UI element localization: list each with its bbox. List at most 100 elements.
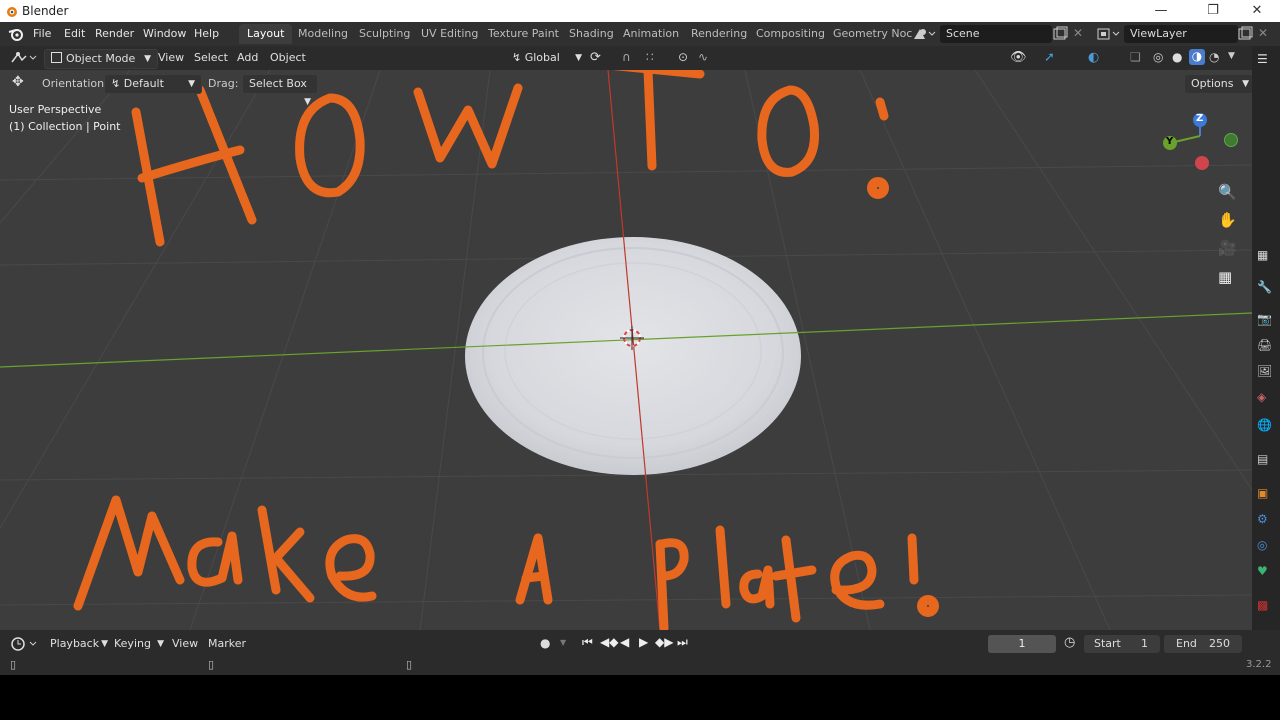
end-value: 250 — [1209, 637, 1230, 650]
object-tab-icon[interactable]: ▣ — [1257, 486, 1273, 502]
timeline-view-menu[interactable]: View — [166, 635, 204, 653]
transform-orientation-dropdown[interactable]: ↯ Global ▼ — [506, 49, 588, 67]
mode-dropdown[interactable]: Object Mode ▼ — [44, 49, 158, 69]
pivot-point-icon[interactable]: ⟳ — [590, 50, 601, 65]
start-value: 1 — [1141, 637, 1148, 650]
modifier-tab-icon[interactable]: ⚙ — [1257, 512, 1273, 528]
mouse-middle-icon: ▯ — [208, 658, 215, 671]
camera-view-icon[interactable]: 🎥 — [1218, 239, 1237, 257]
minimize-icon[interactable]: — — [1138, 2, 1184, 20]
playback-menu[interactable]: Playback ▼ — [44, 635, 114, 653]
new-viewlayer-icon[interactable] — [1237, 26, 1253, 42]
play-reverse-icon[interactable]: ◀ — [620, 635, 629, 649]
chevron-down-icon: ▼ — [144, 54, 151, 64]
scene-tab-icon[interactable]: ◈ — [1257, 390, 1273, 406]
wireframe-shading-icon[interactable]: ◎ — [1153, 50, 1163, 64]
end-frame-field[interactable]: End 250 — [1164, 635, 1242, 653]
visibility-icon[interactable]: 👁 — [1010, 50, 1027, 65]
chevron-down-icon[interactable]: ▼ — [560, 638, 566, 647]
tab-sculpting[interactable]: Sculpting — [351, 24, 418, 44]
orientation-value-icon: ↯ — [111, 77, 121, 90]
physics-tab-icon[interactable]: ◎ — [1257, 538, 1273, 554]
current-frame-field[interactable]: 1 — [988, 635, 1056, 653]
solid-shading-icon[interactable]: ● — [1172, 50, 1182, 64]
playback-label: Playback — [50, 637, 100, 650]
zoom-icon[interactable]: 🔍 — [1218, 183, 1237, 201]
snap-icon[interactable]: ∩ — [622, 50, 631, 64]
drag-value: Select Box — [249, 77, 307, 90]
viewlayer-selector-icon[interactable] — [1096, 26, 1120, 42]
menu-add[interactable]: Add — [231, 49, 264, 67]
render-tab-icon[interactable]: 📷 — [1257, 312, 1273, 328]
output-tab-icon[interactable]: 🖨 — [1257, 338, 1273, 354]
tab-animation[interactable]: Animation — [615, 24, 687, 44]
chevron-down-icon: ▼ — [101, 639, 108, 649]
options-dropdown[interactable]: Options ▼ — [1184, 74, 1252, 94]
menu-window[interactable]: Window — [143, 22, 186, 46]
tab-layout[interactable]: Layout — [239, 24, 293, 44]
start-frame-field[interactable]: Start 1 — [1084, 635, 1160, 653]
gizmo-y-label: Y — [1166, 136, 1174, 147]
world-tab-icon[interactable]: 🌐 — [1257, 418, 1273, 434]
timeline-marker-menu[interactable]: Marker — [202, 635, 252, 653]
next-keyframe-icon[interactable]: ◆▶ — [655, 635, 673, 649]
shading-options-icon[interactable]: ▼ — [1228, 51, 1235, 61]
scene-selector-icon[interactable] — [912, 26, 936, 42]
viewlayer-name-field[interactable]: ViewLayer — [1124, 25, 1238, 43]
delete-viewlayer-icon[interactable]: ✕ — [1258, 26, 1268, 40]
auto-keying-record-icon[interactable]: ● — [540, 636, 550, 650]
tab-compositing[interactable]: Compositing — [748, 24, 833, 44]
play-icon[interactable]: ▶ — [639, 635, 648, 649]
menu-view[interactable]: View — [152, 49, 190, 67]
menu-object[interactable]: Object — [264, 49, 312, 67]
view-layer-tab-icon[interactable]: 🖼 — [1257, 364, 1273, 380]
drag-dropdown[interactable]: Select Box ▼ — [242, 74, 318, 107]
keying-menu[interactable]: Keying ▼ — [108, 635, 170, 653]
blender-menu-icon[interactable] — [8, 26, 24, 42]
orientation-dropdown[interactable]: ↯ Default ▼ — [104, 74, 202, 94]
scene-name-field[interactable]: Scene — [940, 25, 1052, 43]
menu-file[interactable]: File — [33, 22, 51, 46]
tab-modeling[interactable]: Modeling — [290, 24, 356, 44]
new-scene-icon[interactable] — [1052, 26, 1068, 42]
xray-icon[interactable]: ❏ — [1130, 50, 1141, 64]
outliner-icon[interactable]: ☰ — [1257, 52, 1273, 68]
snap-target-icon[interactable]: ∷ — [646, 50, 654, 64]
pan-hand-icon[interactable]: ✋ — [1218, 211, 1237, 229]
tab-shading[interactable]: Shading — [561, 24, 622, 44]
menu-help[interactable]: Help — [194, 22, 219, 46]
menu-edit[interactable]: Edit — [64, 22, 85, 46]
collection-tab-icon[interactable]: ▤ — [1257, 452, 1273, 468]
delete-scene-icon[interactable]: ✕ — [1073, 26, 1083, 40]
falloff-icon[interactable]: ∿ — [698, 50, 708, 64]
properties-editor-icon[interactable]: ▦ — [1257, 248, 1273, 264]
gizmo-toggle-icon[interactable]: ➚ — [1044, 50, 1055, 65]
tab-texture-paint[interactable]: Texture Paint — [480, 24, 567, 44]
menu-select[interactable]: Select — [188, 49, 234, 67]
tab-uv-editing[interactable]: UV Editing — [413, 24, 486, 44]
ortho-grid-icon[interactable]: ▦ — [1218, 268, 1232, 286]
texture-tab-icon[interactable]: ▩ — [1257, 598, 1273, 614]
jump-start-icon[interactable]: ⏮ — [582, 635, 593, 650]
proportional-edit-icon[interactable]: ⊙ — [678, 50, 688, 64]
rendered-shading-icon[interactable]: ◔ — [1209, 50, 1219, 64]
overlays-icon[interactable]: ◐ — [1088, 50, 1099, 65]
window-title: Blender — [22, 4, 69, 18]
chevron-down-icon: ▼ — [157, 639, 164, 649]
object-data-tab-icon[interactable]: ♥ — [1257, 564, 1273, 580]
timeline-editor-type-icon[interactable] — [10, 636, 38, 652]
annotation-make-a-plate-strokes — [73, 495, 939, 630]
tab-geometry-nodes[interactable]: Geometry Noc — [825, 24, 920, 44]
jump-end-icon[interactable]: ⏭ — [677, 635, 688, 650]
tool-tab-icon[interactable]: 🔧 — [1257, 280, 1273, 296]
tab-rendering[interactable]: Rendering — [683, 24, 755, 44]
3d-viewport[interactable]: ✥ Orientation: ↯ Default ▼ Drag: Select … — [0, 70, 1252, 630]
move-tool-icon[interactable]: ✥ — [12, 74, 24, 90]
material-shading-icon[interactable]: ◑ — [1189, 49, 1205, 65]
close-icon[interactable]: ✕ — [1234, 2, 1280, 20]
restore-icon[interactable]: ❐ — [1190, 2, 1236, 20]
prev-keyframe-icon[interactable]: ◀◆ — [600, 635, 618, 649]
editor-type-icon[interactable] — [10, 50, 38, 66]
preview-range-clock-icon[interactable]: ◷ — [1064, 635, 1075, 650]
menu-render[interactable]: Render — [95, 22, 134, 46]
